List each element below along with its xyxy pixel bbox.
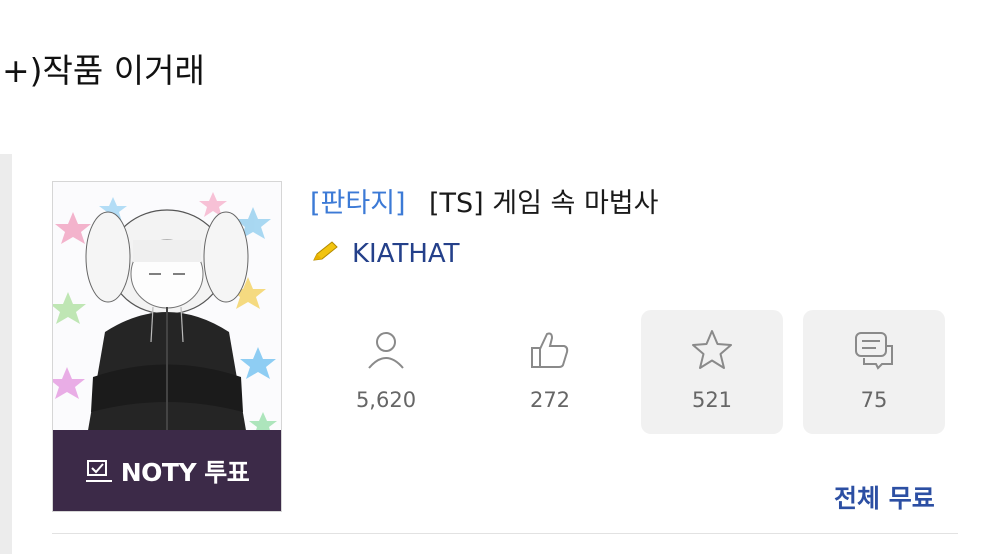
person-icon <box>364 326 408 374</box>
noty-vote-button[interactable]: NOTY 투표 <box>53 430 281 511</box>
views-count: 5,620 <box>355 388 417 412</box>
page-heading: +)작품 이거래 <box>2 51 205 90</box>
favorite-count: 521 <box>691 388 733 412</box>
card-divider <box>52 533 958 534</box>
comment-icon <box>852 326 896 374</box>
thumbs-up-icon <box>528 326 572 374</box>
recommend-count: 272 <box>529 388 571 412</box>
comment-count: 75 <box>860 388 888 412</box>
left-accent-bar <box>0 154 12 554</box>
novel-title[interactable]: [TS] 게임 속 마법사 <box>429 181 659 220</box>
favorite-stat[interactable]: 521 <box>641 310 783 434</box>
comment-stat[interactable]: 75 <box>803 310 945 434</box>
author-name[interactable]: KIATHAT <box>352 239 460 269</box>
price-free-label[interactable]: 전체 무료 <box>834 479 935 515</box>
views-stat: 5,620 <box>315 310 457 434</box>
star-icon <box>690 326 734 374</box>
pencil-icon <box>310 240 340 268</box>
vote-check-icon <box>85 458 113 484</box>
author-row[interactable]: KIATHAT <box>310 239 460 269</box>
recommend-stat[interactable]: 272 <box>479 310 621 434</box>
novel-card[interactable]: NOTY 투표 [판타지] [TS] 게임 속 마법사 KIATHAT 5,62… <box>12 154 989 554</box>
genre-tag[interactable]: [판타지] <box>310 181 406 220</box>
noty-vote-label: NOTY 투표 <box>120 457 250 487</box>
cover-image[interactable]: NOTY 투표 <box>52 181 282 512</box>
